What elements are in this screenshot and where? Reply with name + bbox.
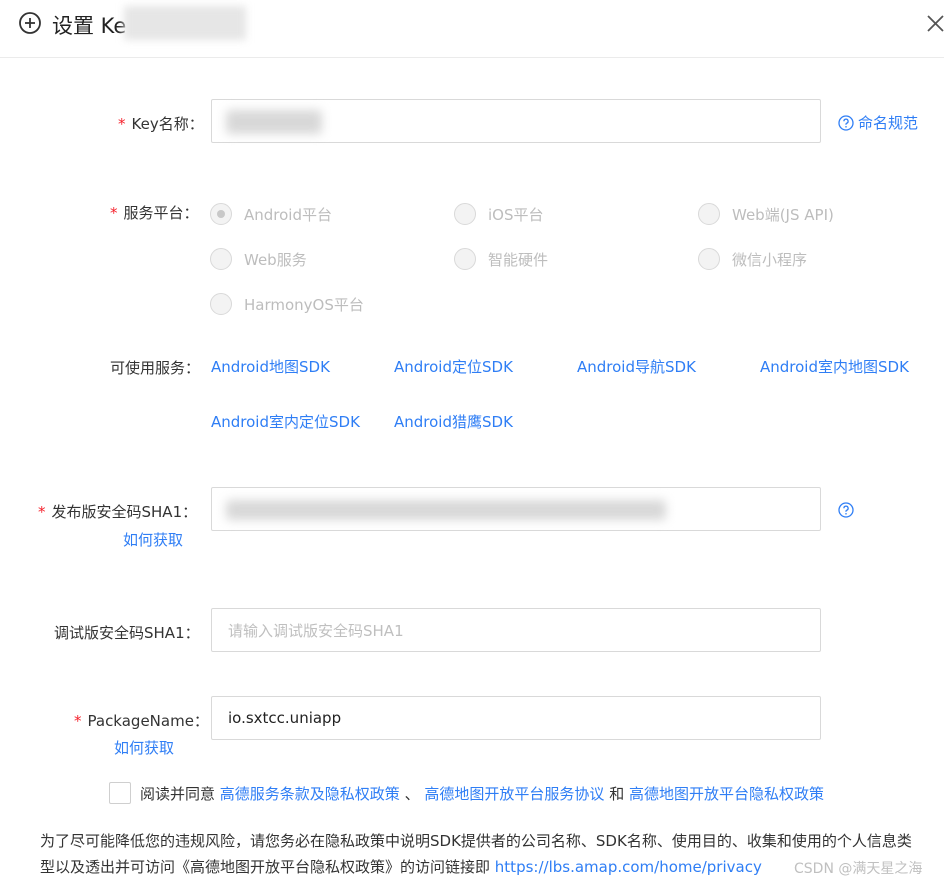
services-label-text: 可使用服务： bbox=[110, 359, 201, 377]
radio-circle bbox=[210, 248, 232, 270]
key-name-input[interactable] bbox=[211, 99, 821, 143]
naming-rules-link[interactable]: 命名规范 bbox=[838, 112, 918, 133]
radio-label: Web服务 bbox=[244, 250, 307, 269]
platform-label-text: 服务平台： bbox=[123, 204, 199, 222]
radio-circle bbox=[698, 248, 720, 270]
radio-label: Android平台 bbox=[244, 205, 332, 224]
agreement-prefix: 阅读并同意 bbox=[140, 785, 216, 803]
open-platform-service-agreement-link[interactable]: 高德地图开放平台服务协议 bbox=[424, 785, 604, 803]
amap-terms-link[interactable]: 高德服务条款及隐私权政策 bbox=[220, 785, 400, 803]
package-name-input[interactable]: io.sxtcc.uniapp bbox=[211, 696, 821, 740]
agreement-separator: 、 bbox=[404, 785, 420, 803]
release-sha1-label-text: 发布版安全码SHA1： bbox=[51, 503, 198, 521]
dialog-title: 设置 Ke bbox=[52, 14, 127, 38]
service-android-map-sdk[interactable]: Android地图SDK bbox=[211, 356, 330, 377]
radio-smart-hardware[interactable]: 智能硬件 bbox=[454, 248, 548, 270]
agreement-checkbox[interactable] bbox=[109, 782, 131, 804]
package-name-label-text: PackageName： bbox=[87, 712, 209, 730]
radio-circle bbox=[698, 203, 720, 225]
radio-label: iOS平台 bbox=[488, 205, 544, 224]
package-name-how-link[interactable]: 如何获取 bbox=[114, 737, 174, 758]
radio-circle bbox=[210, 203, 232, 225]
watermark: CSDN @满天星之海 bbox=[794, 861, 923, 877]
radio-android[interactable]: Android平台 bbox=[210, 203, 332, 225]
radio-label: Web端(JS API) bbox=[732, 205, 834, 224]
radio-label: 微信小程序 bbox=[732, 250, 808, 269]
required-mark: * bbox=[110, 204, 118, 222]
radio-harmonyos[interactable]: HarmonyOS平台 bbox=[210, 293, 364, 315]
required-mark: * bbox=[74, 712, 82, 730]
radio-web-service[interactable]: Web服务 bbox=[210, 248, 307, 270]
redacted-release-sha1 bbox=[226, 500, 666, 520]
radio-circle bbox=[210, 293, 232, 315]
radio-wechat-mini-program[interactable]: 微信小程序 bbox=[698, 248, 807, 270]
platform-label: * 服务平台： bbox=[110, 202, 199, 223]
debug-sha1-placeholder: 请输入调试版安全码SHA1 bbox=[228, 621, 404, 640]
radio-label: 智能硬件 bbox=[488, 250, 549, 269]
service-android-location-sdk[interactable]: Android定位SDK bbox=[394, 356, 513, 377]
debug-sha1-input[interactable]: 请输入调试版安全码SHA1 bbox=[211, 608, 821, 652]
radio-ios[interactable]: iOS平台 bbox=[454, 203, 544, 225]
required-mark: * bbox=[38, 503, 46, 521]
package-name-value: io.sxtcc.uniapp bbox=[228, 709, 342, 727]
question-circle-icon[interactable] bbox=[838, 502, 854, 518]
radio-circle bbox=[454, 248, 476, 270]
key-name-label-text: Key名称： bbox=[131, 115, 204, 133]
open-platform-privacy-policy-link[interactable]: 高德地图开放平台隐私权政策 bbox=[629, 785, 824, 803]
key-name-label: * Key名称： bbox=[118, 113, 204, 134]
radio-circle bbox=[454, 203, 476, 225]
radio-label: HarmonyOS平台 bbox=[244, 295, 364, 314]
required-mark: * bbox=[118, 115, 126, 133]
naming-rules-text: 命名规范 bbox=[858, 114, 919, 132]
service-android-navi-sdk[interactable]: Android导航SDK bbox=[577, 356, 696, 377]
privacy-url-link[interactable]: https://lbs.amap.com/home/privacy bbox=[495, 858, 762, 876]
release-sha1-label: * 发布版安全码SHA1： bbox=[38, 501, 197, 522]
question-circle-icon bbox=[838, 114, 854, 131]
dialog-header: 设置 Ke bbox=[0, 0, 944, 58]
release-sha1-input[interactable] bbox=[211, 487, 821, 531]
release-sha1-how-link[interactable]: 如何获取 bbox=[123, 529, 183, 550]
plus-circle-icon bbox=[19, 12, 41, 34]
close-icon[interactable] bbox=[924, 10, 944, 36]
redacted-title-area bbox=[124, 6, 246, 40]
services-label: 可使用服务： bbox=[110, 357, 200, 378]
service-android-indoor-map-sdk[interactable]: Android室内地图SDK bbox=[760, 356, 909, 377]
service-android-falcon-sdk[interactable]: Android猎鹰SDK bbox=[394, 411, 513, 432]
debug-sha1-label-text: 调试版安全码SHA1： bbox=[54, 624, 200, 642]
radio-web-js-api[interactable]: Web端(JS API) bbox=[698, 203, 834, 225]
privacy-notice: 为了尽可能降低您的违规风险，请您务必在隐私政策中说明SDK提供者的公司名称、SD… bbox=[40, 828, 920, 880]
debug-sha1-label: 调试版安全码SHA1： bbox=[54, 622, 200, 643]
redacted-key-name bbox=[226, 110, 322, 134]
service-android-indoor-location-sdk[interactable]: Android室内定位SDK bbox=[211, 411, 360, 432]
package-name-label: * PackageName： bbox=[74, 710, 209, 731]
privacy-notice-text: 为了尽可能降低您的违规风险，请您务必在隐私政策中说明SDK提供者的公司名称、SD… bbox=[40, 832, 912, 876]
agreement-line: 阅读并同意 高德服务条款及隐私权政策 、 高德地图开放平台服务协议 和 高德地图… bbox=[140, 783, 824, 804]
agreement-and: 和 bbox=[609, 785, 625, 803]
